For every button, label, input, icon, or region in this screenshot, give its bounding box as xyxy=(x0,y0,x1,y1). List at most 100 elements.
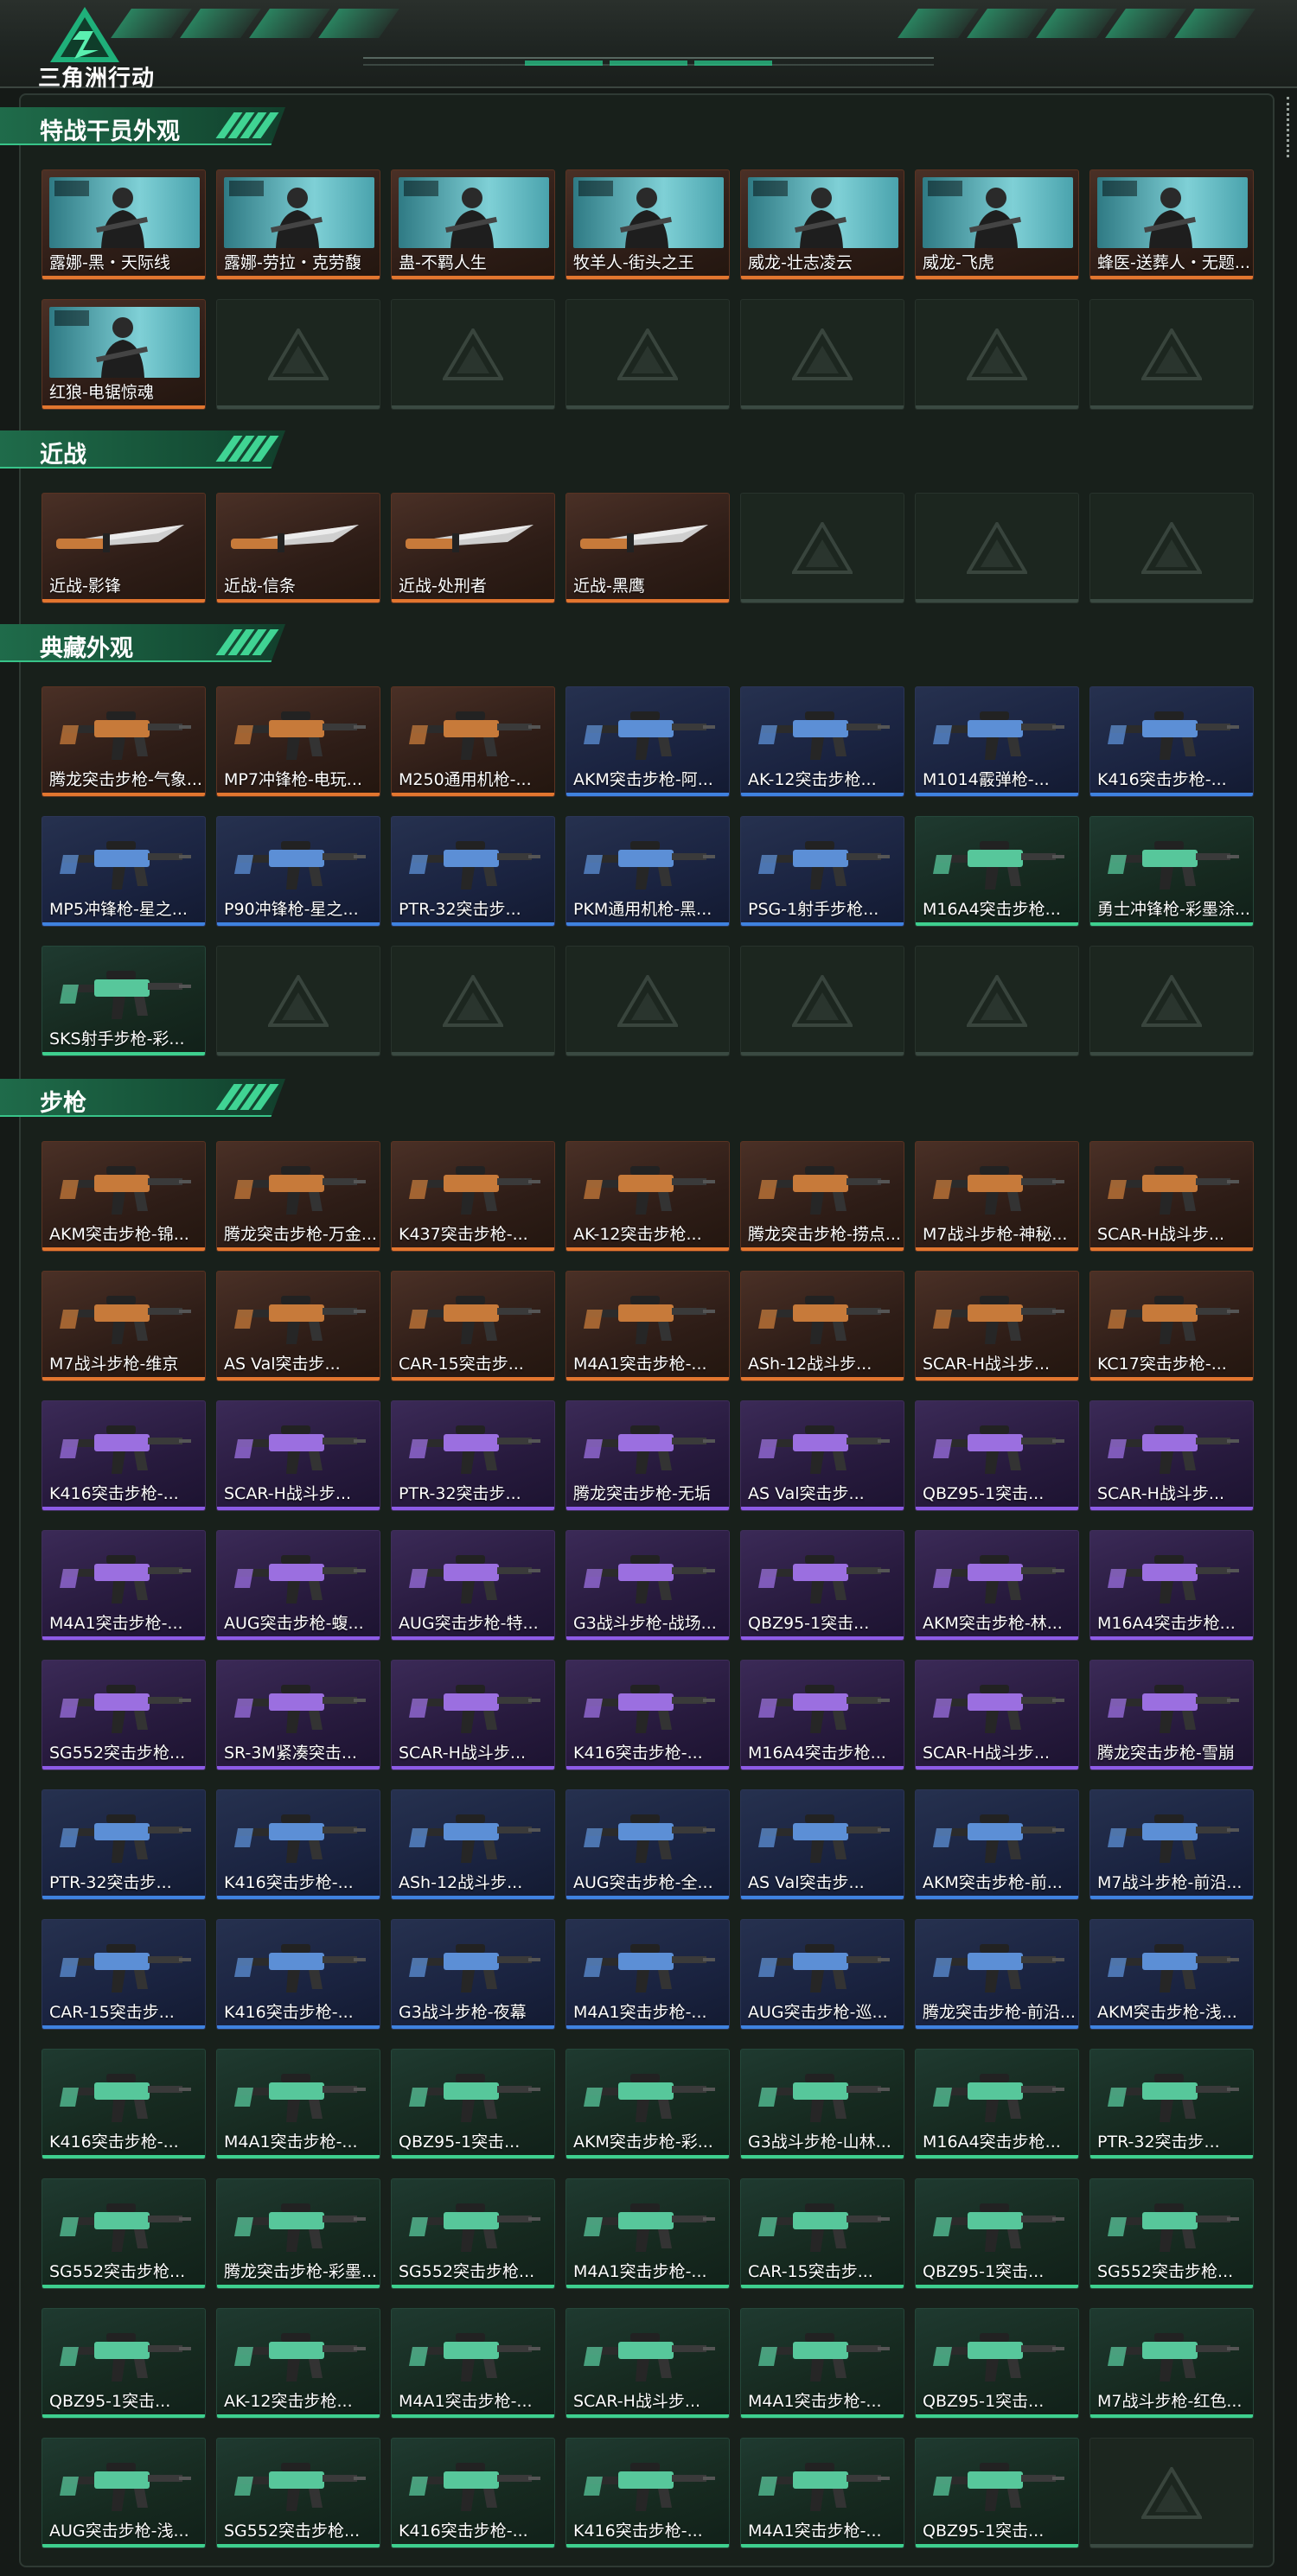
skin-card[interactable]: 腾龙突击步枪-彩墨... xyxy=(216,2178,380,2289)
skin-card[interactable]: K416突击步枪-... xyxy=(42,1400,206,1511)
skin-card[interactable]: AK-12突击步枪... xyxy=(740,686,904,797)
skin-card[interactable]: MP5冲锋枪-星之... xyxy=(42,816,206,927)
skin-card[interactable]: 蜂医-送葬人・无题... xyxy=(1089,169,1254,280)
skin-card[interactable]: K416突击步枪-... xyxy=(42,2049,206,2159)
skin-card[interactable]: G3战斗步枪-夜幕 xyxy=(391,1919,555,2030)
skin-card[interactable]: AKM突击步枪-浅... xyxy=(1089,1919,1254,2030)
skin-card[interactable]: 牧羊人-街头之王 xyxy=(565,169,730,280)
skin-card[interactable]: M4A1突击步枪-... xyxy=(216,2049,380,2159)
skin-card[interactable]: SKS射手步枪-彩... xyxy=(42,946,206,1056)
skin-card[interactable]: AUG突击步枪-全... xyxy=(565,1789,730,1900)
skin-card[interactable]: 蛊-不羁人生 xyxy=(391,169,555,280)
skin-card[interactable]: M4A1突击步枪-... xyxy=(565,1271,730,1381)
skin-card[interactable]: 腾龙突击步枪-捞点... xyxy=(740,1141,904,1252)
skin-card[interactable]: M4A1突击步枪-... xyxy=(42,1530,206,1641)
skin-card[interactable]: 近战-影锋 xyxy=(42,493,206,603)
skin-card[interactable]: AK-12突击步枪... xyxy=(565,1141,730,1252)
skin-card[interactable]: AS Val突击步... xyxy=(740,1400,904,1511)
skin-card[interactable]: PKM通用机枪-黑... xyxy=(565,816,730,927)
skin-card[interactable]: M7战斗步枪-神秘... xyxy=(915,1141,1079,1252)
skin-card[interactable]: 露娜-黑・天际线 xyxy=(42,169,206,280)
skin-card[interactable]: QBZ95-1突击... xyxy=(915,1400,1079,1511)
skin-card[interactable]: M4A1突击步枪-... xyxy=(740,2438,904,2548)
skin-card[interactable]: 腾龙突击步枪-无垢 xyxy=(565,1400,730,1511)
skin-card[interactable]: ASh-12战斗步... xyxy=(391,1789,555,1900)
skin-card[interactable]: 近战-信条 xyxy=(216,493,380,603)
skin-card[interactable]: QBZ95-1突击... xyxy=(42,2308,206,2419)
skin-card[interactable]: KC17突击步枪-... xyxy=(1089,1271,1254,1381)
skin-card[interactable]: M4A1突击步枪-... xyxy=(740,2308,904,2419)
scrollbar[interactable] xyxy=(1287,97,1292,157)
skin-card[interactable]: K416突击步枪-... xyxy=(216,1789,380,1900)
skin-card[interactable]: AK-12突击步枪... xyxy=(216,2308,380,2419)
skin-card[interactable]: SCAR-H战斗步... xyxy=(915,1660,1079,1770)
skin-card[interactable]: QBZ95-1突击... xyxy=(915,2178,1079,2289)
skin-card[interactable]: K437突击步枪-... xyxy=(391,1141,555,1252)
skin-card[interactable]: M16A4突击步枪... xyxy=(1089,1530,1254,1641)
skin-card[interactable]: SG552突击步枪... xyxy=(1089,2178,1254,2289)
skin-card[interactable]: SG552突击步枪... xyxy=(391,2178,555,2289)
skin-card[interactable]: SCAR-H战斗步... xyxy=(565,2308,730,2419)
skin-card[interactable]: 腾龙突击步枪-雪崩 xyxy=(1089,1660,1254,1770)
skin-card[interactable]: AKM突击步枪-前... xyxy=(915,1789,1079,1900)
skin-card[interactable]: AUG突击步枪-特... xyxy=(391,1530,555,1641)
skin-card[interactable]: AUG突击步枪-蝮... xyxy=(216,1530,380,1641)
skin-card[interactable]: AKM突击步枪-彩... xyxy=(565,2049,730,2159)
skin-card[interactable]: QBZ95-1突击... xyxy=(915,2438,1079,2548)
skin-card[interactable]: 近战-黑鹰 xyxy=(565,493,730,603)
skin-card[interactable]: AKM突击步枪-阿... xyxy=(565,686,730,797)
skin-card[interactable]: 近战-处刑者 xyxy=(391,493,555,603)
skin-card[interactable]: M7战斗步枪-红色... xyxy=(1089,2308,1254,2419)
skin-card[interactable]: PTR-32突击步... xyxy=(42,1789,206,1900)
skin-card[interactable]: SCAR-H战斗步... xyxy=(1089,1141,1254,1252)
skin-card[interactable]: G3战斗步枪-山林... xyxy=(740,2049,904,2159)
skin-card[interactable]: P90冲锋枪-星之... xyxy=(216,816,380,927)
skin-card[interactable]: AKM突击步枪-林... xyxy=(915,1530,1079,1641)
skin-card[interactable]: 红狼-电锯惊魂 xyxy=(42,299,206,410)
skin-card[interactable]: 腾龙突击步枪-万金... xyxy=(216,1141,380,1252)
skin-card[interactable]: AS Val突击步... xyxy=(740,1789,904,1900)
skin-card[interactable]: PTR-32突击步... xyxy=(1089,2049,1254,2159)
skin-card[interactable]: SCAR-H战斗步... xyxy=(1089,1400,1254,1511)
skin-card[interactable]: SG552突击步枪... xyxy=(42,1660,206,1770)
skin-card[interactable]: 威龙-壮志凌云 xyxy=(740,169,904,280)
skin-card[interactable]: K416突击步枪-... xyxy=(391,2438,555,2548)
skin-card[interactable]: PSG-1射手步枪... xyxy=(740,816,904,927)
skin-card[interactable]: CAR-15突击步... xyxy=(391,1271,555,1381)
skin-card[interactable]: 威龙-飞虎 xyxy=(915,169,1079,280)
skin-card[interactable]: G3战斗步枪-战场... xyxy=(565,1530,730,1641)
skin-card[interactable]: SG552突击步枪... xyxy=(216,2438,380,2548)
skin-card[interactable]: PTR-32突击步... xyxy=(391,816,555,927)
skin-card[interactable]: QBZ95-1突击... xyxy=(915,2308,1079,2419)
skin-card[interactable]: M16A4突击步枪... xyxy=(915,816,1079,927)
skin-card[interactable]: K416突击步枪-... xyxy=(565,1660,730,1770)
skin-card[interactable]: M16A4突击步枪... xyxy=(740,1660,904,1770)
skin-card[interactable]: AKM突击步枪-锦... xyxy=(42,1141,206,1252)
skin-card[interactable]: K416突击步枪-... xyxy=(565,2438,730,2548)
skin-card[interactable]: SCAR-H战斗步... xyxy=(216,1400,380,1511)
skin-card[interactable]: CAR-15突击步... xyxy=(42,1919,206,2030)
skin-card[interactable]: SG552突击步枪... xyxy=(42,2178,206,2289)
skin-card[interactable]: 腾龙突击步枪-气象... xyxy=(42,686,206,797)
skin-card[interactable]: M1014霰弹枪-... xyxy=(915,686,1079,797)
skin-card[interactable]: AUG突击步枪-巡... xyxy=(740,1919,904,2030)
skin-card[interactable]: M4A1突击步枪-... xyxy=(565,1919,730,2030)
skin-card[interactable]: AUG突击步枪-浅... xyxy=(42,2438,206,2548)
skin-card[interactable]: 勇士冲锋枪-彩墨涂... xyxy=(1089,816,1254,927)
skin-card[interactable]: QBZ95-1突击... xyxy=(740,1530,904,1641)
skin-card[interactable]: 腾龙突击步枪-前沿... xyxy=(915,1919,1079,2030)
skin-card[interactable]: K416突击步枪-... xyxy=(1089,686,1254,797)
skin-card[interactable]: 露娜-劳拉・克劳馥 xyxy=(216,169,380,280)
skin-card[interactable]: M7战斗步枪-前沿... xyxy=(1089,1789,1254,1900)
skin-card[interactable]: PTR-32突击步... xyxy=(391,1400,555,1511)
skin-card[interactable]: K416突击步枪-... xyxy=(216,1919,380,2030)
skin-card[interactable]: QBZ95-1突击... xyxy=(391,2049,555,2159)
skin-card[interactable]: MP7冲锋枪-电玩... xyxy=(216,686,380,797)
skin-card[interactable]: AS Val突击步... xyxy=(216,1271,380,1381)
skin-card[interactable]: ASh-12战斗步... xyxy=(740,1271,904,1381)
skin-card[interactable]: M250通用机枪-... xyxy=(391,686,555,797)
skin-card[interactable]: SCAR-H战斗步... xyxy=(915,1271,1079,1381)
skin-card[interactable]: SCAR-H战斗步... xyxy=(391,1660,555,1770)
skin-card[interactable]: M4A1突击步枪-... xyxy=(391,2308,555,2419)
skin-card[interactable]: SR-3M紧凑突击... xyxy=(216,1660,380,1770)
